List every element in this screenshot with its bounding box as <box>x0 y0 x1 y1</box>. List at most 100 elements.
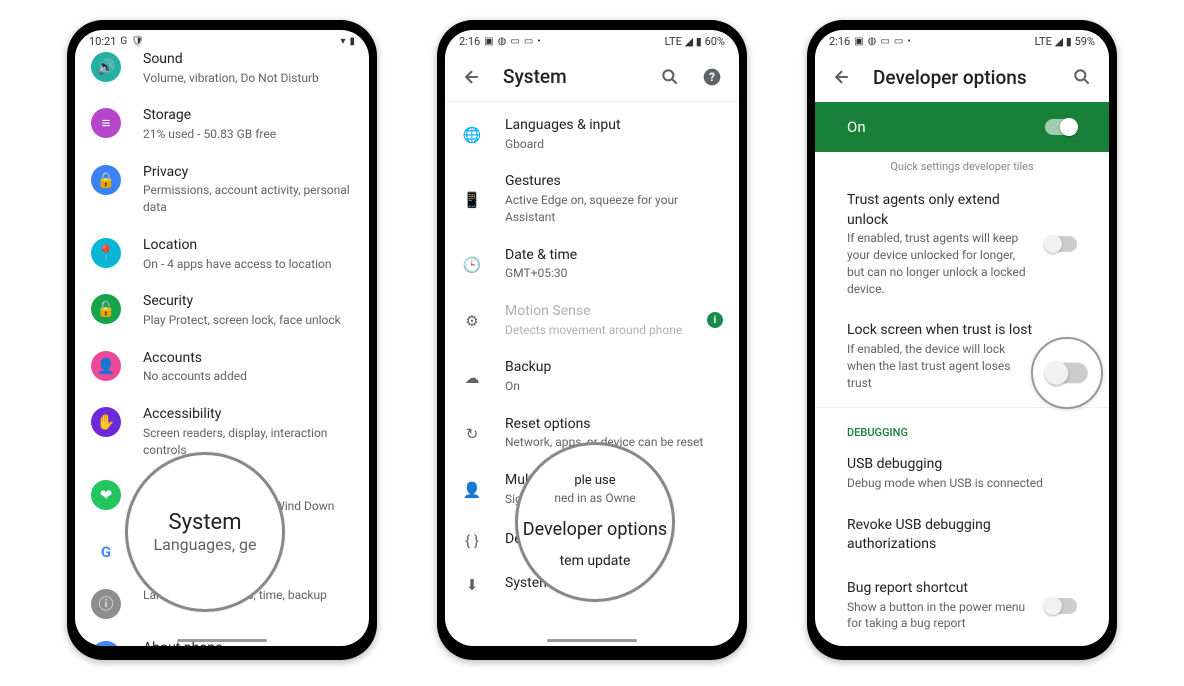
more-icon: • <box>907 36 910 47</box>
whatsapp-icon: ◍ <box>868 36 877 47</box>
settings-row-location[interactable]: 📍 Location On - 4 apps have access to lo… <box>75 226 369 282</box>
location-icon: 📍 <box>91 238 121 268</box>
magnifier-extra-bot: tem update <box>560 552 631 572</box>
row-sub: Volume, vibration, Do Not Disturb <box>143 70 353 87</box>
usb-debugging-toggle-magnified[interactable] <box>1046 363 1088 384</box>
settings-row-accounts[interactable]: 👤 Accounts No accounts added <box>75 339 369 395</box>
row-title: Trust agents only extend unlock <box>847 191 1033 230</box>
status-right: LTE ◢ ▮ 60% <box>665 35 725 48</box>
users-icon: 👤 <box>461 479 483 501</box>
status-bar: 2:16 ▣ ◍ ▭ ▭ • LTE ◢ ▮ 59% <box>815 30 1109 52</box>
row-title: Storage <box>143 106 353 126</box>
status-time: 10:21 <box>89 35 116 48</box>
home-indicator[interactable] <box>547 639 637 642</box>
row-title: Motion Sense <box>505 302 685 322</box>
status-right: LTE ◢ ▮ 59% <box>1035 35 1095 48</box>
dev-row-usb-debugging[interactable]: USB debugging Debug mode when USB is con… <box>815 443 1109 503</box>
row-title: Bug report shortcut <box>847 579 1033 599</box>
system-row-gestures[interactable]: 📱 Gestures Active Edge on, squeeze for y… <box>445 162 739 235</box>
accessibility-icon: ✋ <box>91 407 121 437</box>
dev-row-select-mock-location-app[interactable]: Select mock location app No mock locatio… <box>815 644 1109 646</box>
row-title: USB debugging <box>847 455 1077 475</box>
row-sub: Play Protect, screen lock, face unlock <box>143 312 353 329</box>
digital-wellbeing-icon: ❤ <box>91 480 121 510</box>
settings-list-container[interactable]: 🔊 Sound Volume, vibration, Do Not Distur… <box>75 52 369 646</box>
row-title: Revoke USB debugging authorizations <box>847 516 1077 555</box>
magnifier-system-sub: Languages, ge <box>154 535 257 554</box>
search-icon[interactable] <box>1071 66 1093 88</box>
toggle[interactable] <box>1045 236 1077 252</box>
row-title: Lock screen when trust is lost <box>847 321 1033 341</box>
search-icon[interactable] <box>659 66 681 88</box>
row-sub: Permissions, account activity, personal … <box>143 182 353 216</box>
row-sub: Detects movement around phone <box>505 322 685 339</box>
row-sub: Screen readers, display, interaction con… <box>143 425 353 459</box>
page-title: Developer options <box>873 66 1051 89</box>
settings-row-privacy[interactable]: 🔒 Privacy Permissions, account activity,… <box>75 153 369 226</box>
status-bar: 10:21 G 🛡 ▾ ▮ <box>75 30 369 52</box>
magnifier-developer-options: ple use ned in as Owne Developer options… <box>515 442 675 602</box>
highlight-usb-debugging-toggle <box>1031 337 1103 409</box>
update-icon: ⬇ <box>461 574 483 596</box>
phone-1-settings: 10:21 G 🛡 ▾ ▮ 🔊 Sound Volume, vibration,… <box>67 20 377 660</box>
system-list-container[interactable]: 🌐 Languages & input Gboard 📱 Gestures Ac… <box>445 102 739 646</box>
dev-options-container[interactable]: On Quick settings developer tiles Trust … <box>815 102 1109 646</box>
settings-row-security[interactable]: 🔓 Security Play Protect, screen lock, fa… <box>75 282 369 338</box>
magnifier-extra-top2: ned in as Owne <box>554 490 635 507</box>
app-bar: System ? <box>445 52 739 102</box>
magnifier-dev-title: Developer options <box>523 519 667 540</box>
row-title: Gestures <box>505 172 723 192</box>
row-title: Date & time <box>505 246 723 266</box>
row-sub: No accounts added <box>143 368 353 385</box>
system-row-backup[interactable]: ☁ Backup On <box>445 348 739 404</box>
settings-row-storage[interactable]: ≡ Storage 21% used - 50.83 GB free <box>75 96 369 152</box>
screenshot-icon: ▣ <box>484 36 493 47</box>
wifi-icon: ▾ <box>340 36 345 47</box>
row-title: Backup <box>505 358 723 378</box>
cloud-icon: ☁ <box>461 367 483 389</box>
storage-icon: ≡ <box>91 108 121 138</box>
system-row-date-time[interactable]: 🕒 Date & time GMT+05:30 <box>445 236 739 292</box>
security-icon: 🔓 <box>91 294 121 324</box>
google-icon: G <box>91 537 121 567</box>
status-g-icon: G <box>120 36 127 47</box>
magnifier-system: System Languages, ge <box>125 452 285 612</box>
row-title: Accessibility <box>143 405 353 425</box>
toggle[interactable] <box>1045 598 1077 614</box>
settings-row-about-phone[interactable]: 📱 About phone Pixel 4 XL <box>75 629 369 646</box>
row-sub: Debug mode when USB is connected <box>847 475 1077 492</box>
youtube-icon: ▭ <box>510 36 519 47</box>
settings-row-sound[interactable]: 🔊 Sound Volume, vibration, Do Not Distur… <box>75 52 369 96</box>
info-badge[interactable]: i <box>707 312 723 328</box>
globe-icon: 🌐 <box>461 124 483 146</box>
back-icon[interactable] <box>831 66 853 88</box>
sound-icon: 🔊 <box>91 52 121 82</box>
master-toggle[interactable] <box>1045 119 1077 135</box>
privacy-icon: 🔒 <box>91 165 121 195</box>
home-indicator[interactable] <box>177 639 267 642</box>
phone-2-system: 2:16 ▣ ◍ ▭ ▭ • LTE ◢ ▮ 60% System ? <box>437 20 747 660</box>
dev-row-bug-report-shortcut[interactable]: Bug report shortcut Show a button in the… <box>815 567 1109 644</box>
app-bar: Developer options <box>815 52 1109 102</box>
youtube-icon-2: ▭ <box>524 36 533 47</box>
back-icon[interactable] <box>461 66 483 88</box>
accounts-icon: 👤 <box>91 351 121 381</box>
dev-row-revoke-usb-debugging-authorizations[interactable]: Revoke USB debugging authorizations <box>815 504 1109 567</box>
master-toggle-bar[interactable]: On <box>815 102 1109 152</box>
row-sub: Show a button in the power menu for taki… <box>847 599 1033 633</box>
phone-1-screen: 10:21 G 🛡 ▾ ▮ 🔊 Sound Volume, vibration,… <box>75 30 369 646</box>
clock-icon: 🕒 <box>461 254 483 276</box>
youtube-icon-2: ▭ <box>894 36 903 47</box>
about-phone-icon: 📱 <box>91 641 121 646</box>
row-sub: 21% used - 50.83 GB free <box>143 126 353 143</box>
more-icon: • <box>537 36 540 47</box>
row-sub: Gboard <box>505 136 723 153</box>
battery-icon: ▮ <box>349 36 355 47</box>
help-icon[interactable]: ? <box>701 66 723 88</box>
row-sub: Active Edge on, squeeze for your Assista… <box>505 192 723 226</box>
status-time: 2:16 <box>829 35 850 48</box>
dev-row-trust-agents-only-extend-unlock[interactable]: Trust agents only extend unlock If enabl… <box>815 179 1109 309</box>
system-row-motion-sense[interactable]: ⚙ Motion Sense Detects movement around p… <box>445 292 739 348</box>
status-bar: 2:16 ▣ ◍ ▭ ▭ • LTE ◢ ▮ 60% <box>445 30 739 52</box>
system-row-languages-input[interactable]: 🌐 Languages & input Gboard <box>445 106 739 162</box>
